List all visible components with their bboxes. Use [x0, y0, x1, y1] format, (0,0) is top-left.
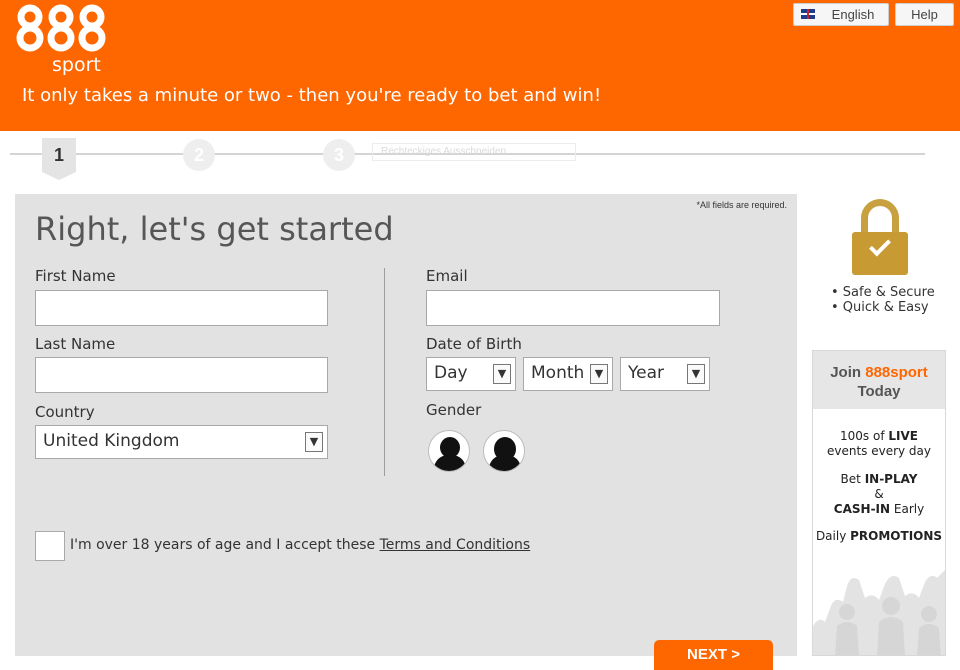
day-value: Day [434, 363, 468, 383]
secure-point-2: • Quick & Easy [831, 300, 929, 315]
country-select[interactable]: United Kingdom ▼ [35, 425, 328, 459]
promo-events-pre: 100s of [840, 429, 889, 443]
first-name-input[interactable] [35, 290, 328, 326]
male-body-icon [434, 455, 466, 471]
tagline: It only takes a minute or two - then you… [22, 85, 602, 106]
promo-events-bold: LIVE [888, 429, 918, 443]
last-name-input[interactable] [35, 357, 328, 393]
promo-daily-bold: PROMOTIONS [850, 529, 943, 543]
logo[interactable]: sport [14, 4, 110, 76]
gender-label: Gender [426, 401, 482, 419]
promo-live-events: 100s of LIVE events every day [813, 429, 945, 459]
terms-checkbox[interactable] [35, 531, 65, 561]
country-label: Country [35, 403, 95, 421]
email-label: Email [426, 267, 468, 285]
female-body-icon [489, 455, 521, 471]
column-divider [384, 268, 385, 476]
chevron-down-icon: ▼ [590, 364, 608, 384]
month-select[interactable]: Month ▼ [523, 357, 613, 391]
page-title: Right, let's get started [35, 210, 394, 248]
dob-label: Date of Birth [426, 335, 522, 353]
promo-inplay: Bet IN-PLAY & CASH-IN Early [813, 472, 945, 517]
female-gender-button[interactable] [483, 430, 525, 472]
terms-statement: I'm over 18 years of age and I accept th… [70, 537, 530, 553]
top-banner: sport It only takes a minute or two - th… [0, 0, 960, 131]
step-2-indicator: 2 [183, 139, 215, 171]
first-name-label: First Name [35, 267, 116, 285]
required-note: *All fields are required. [696, 200, 787, 210]
chevron-down-icon: ▼ [493, 364, 511, 384]
chevron-down-icon: ▼ [687, 364, 705, 384]
country-value: United Kingdom [43, 431, 180, 451]
male-gender-button[interactable] [428, 430, 470, 472]
promo-daily-pre: Daily [815, 529, 851, 543]
padlock-body [852, 232, 908, 275]
year-value: Year [628, 363, 664, 383]
fans-silhouette-image [813, 570, 945, 655]
terms-link[interactable]: Terms and Conditions [380, 537, 531, 553]
promo-events-post: events every day [826, 444, 932, 458]
logo-888-mark [16, 4, 106, 52]
promo-brand: 888sport [865, 364, 928, 381]
promo-bet-bold: IN-PLAY [864, 472, 918, 486]
day-select[interactable]: Day ▼ [426, 357, 516, 391]
language-button[interactable]: English [793, 3, 889, 26]
promo-cash-post: Early [890, 502, 925, 516]
step-3-indicator: 3 [323, 139, 355, 171]
promo-join: Join [830, 364, 866, 381]
padlock-icon [852, 199, 908, 275]
promo-box: Join 888sport Today 100s of LIVE events … [812, 350, 946, 656]
promo-heading: Join 888sport Today [813, 351, 945, 409]
security-points: • Safe & Secure • Quick & Easy [831, 285, 935, 315]
language-label: English [831, 7, 875, 22]
uk-flag-icon [801, 9, 815, 19]
last-name-label: Last Name [35, 335, 116, 353]
terms-prefix: I'm over 18 years of age and I accept th… [70, 537, 380, 553]
month-value: Month [531, 363, 585, 383]
registration-form: *All fields are required. Right, let's g… [15, 194, 797, 670]
year-select[interactable]: Year ▼ [620, 357, 710, 391]
step-1-indicator: 1 [42, 138, 76, 172]
help-button[interactable]: Help [895, 3, 954, 26]
email-input[interactable] [426, 290, 720, 326]
promo-daily: Daily PROMOTIONS [813, 529, 945, 544]
promo-bet-pre: Bet [840, 472, 865, 486]
secure-point-1: • Safe & Secure [831, 285, 935, 300]
promo-cash-bold: CASH-IN [833, 502, 891, 516]
chevron-down-icon: ▼ [305, 432, 323, 452]
checkmark-icon [869, 234, 891, 257]
promo-amp: & [874, 487, 884, 501]
step-1-pointer [42, 172, 76, 180]
promo-today: Today [857, 383, 901, 400]
logo-sport-text: sport [52, 54, 101, 76]
next-button[interactable]: NEXT > [654, 640, 773, 670]
ghost-tooltip: Rechteckiges Ausschneiden [372, 143, 576, 161]
